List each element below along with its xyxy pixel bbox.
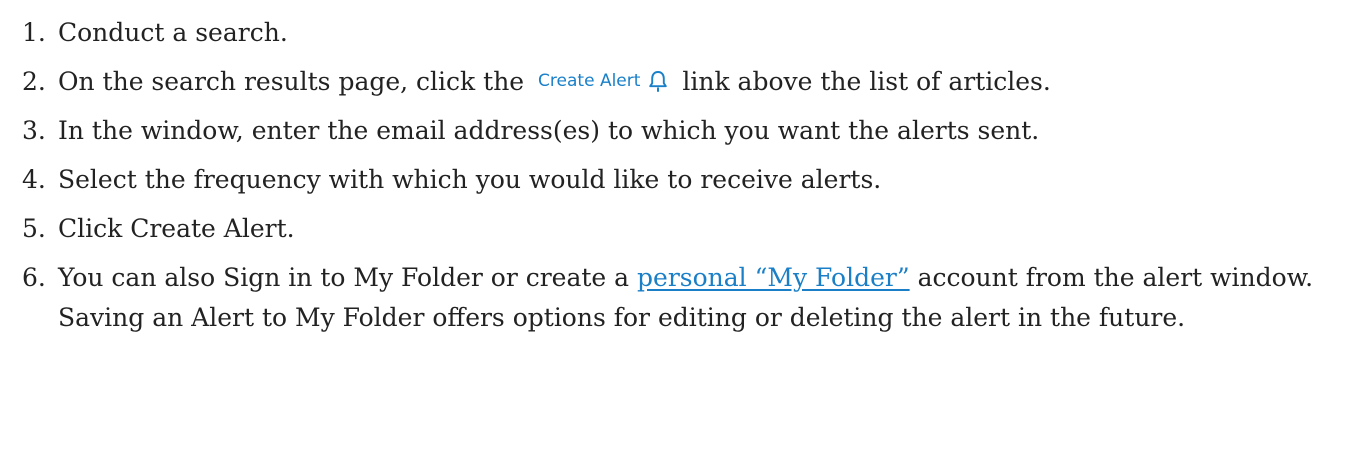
list-item-step-1: 1. Conduct a search. bbox=[22, 13, 1322, 53]
list-item-step-4: 4. Select the frequency with which you w… bbox=[22, 160, 1322, 200]
step-text: Conduct a search. bbox=[58, 18, 288, 47]
list-item-step-6: 6. You can also Sign in to My Folder or … bbox=[22, 258, 1322, 338]
step-text-before: You can also Sign in to My Folder or cre… bbox=[58, 263, 630, 292]
step-number: 4. bbox=[22, 165, 46, 194]
instruction-list: 1. Conduct a search. 2. On the search re… bbox=[22, 13, 1322, 347]
bell-icon bbox=[649, 71, 668, 92]
step-text: Select the frequency with which you woul… bbox=[58, 165, 882, 194]
step-text: On the search results page, click the Cr… bbox=[58, 62, 1322, 102]
step-number: 2. bbox=[22, 67, 46, 96]
create-alert-link[interactable]: Create Alert bbox=[534, 70, 672, 92]
create-alert-label: Create Alert bbox=[538, 71, 641, 91]
step-text: Click Create Alert. bbox=[58, 214, 295, 243]
step-number: 3. bbox=[22, 116, 46, 145]
list-item-step-3: 3. In the window, enter the email addres… bbox=[22, 111, 1322, 151]
step-text: You can also Sign in to My Folder or cre… bbox=[58, 258, 1322, 338]
list-item-step-2: 2. On the search results page, click the… bbox=[22, 62, 1322, 102]
step-number: 5. bbox=[22, 214, 46, 243]
step-number: 1. bbox=[22, 18, 46, 47]
step-text-after: link above the list of articles. bbox=[682, 67, 1051, 96]
step-text-before: On the search results page, click the bbox=[58, 67, 525, 96]
step-number: 6. bbox=[22, 263, 46, 292]
list-item-step-5: 5. Click Create Alert. bbox=[22, 209, 1322, 249]
step-text: In the window, enter the email address(e… bbox=[58, 116, 1040, 145]
personal-my-folder-link[interactable]: personal “My Folder” bbox=[637, 263, 910, 292]
